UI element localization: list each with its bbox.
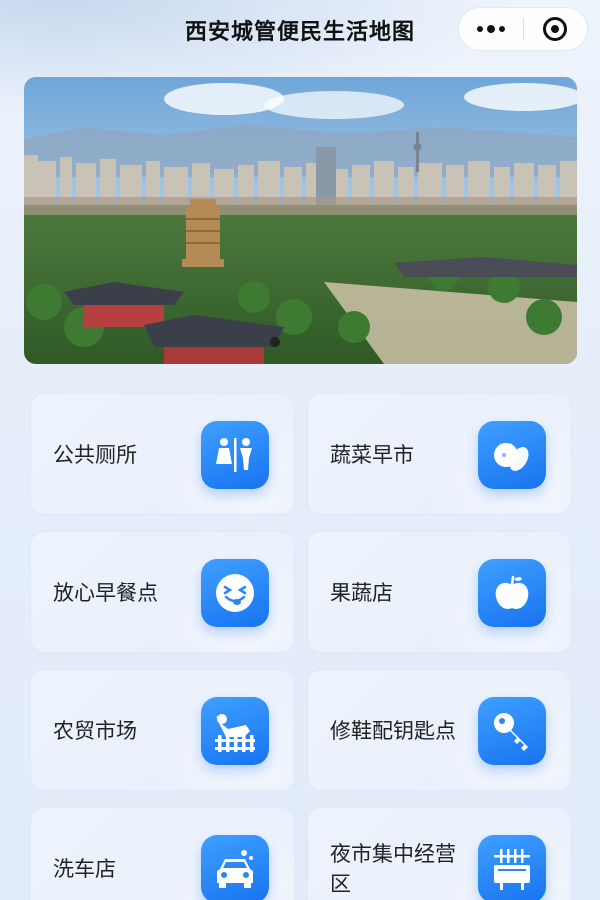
vegetables-icon [478, 421, 546, 489]
service-card-car-wash[interactable]: 洗车店 [30, 807, 295, 900]
miniprogram-capsule [458, 7, 588, 51]
target-icon [543, 17, 568, 41]
service-card-public-toilet[interactable]: 公共厕所 [30, 393, 295, 515]
more-options-button[interactable] [459, 7, 523, 51]
more-dot-icon [476, 26, 483, 32]
key-icon [478, 697, 546, 765]
bbq-stall-icon [478, 835, 546, 900]
service-grid: 公共厕所 蔬菜早市 放心早餐点 果蔬店 农贸市场 修鞋配钥匙点 洗车店 夜市集中… [30, 393, 572, 900]
city-skyline-image [24, 77, 577, 364]
more-dot-icon [498, 26, 505, 32]
toilet-icon [201, 421, 269, 489]
service-label: 洗车店 [53, 857, 116, 881]
banner-carousel[interactable] [24, 77, 577, 364]
service-card-farmers-market[interactable]: 农贸市场 [30, 669, 295, 791]
car-wash-icon [201, 835, 269, 900]
service-label: 公共厕所 [53, 443, 137, 467]
carousel-indicator[interactable] [270, 337, 280, 347]
header: 西安城管便民生活地图 [0, 0, 600, 56]
service-card-fruit-vegetable-shop[interactable]: 果蔬店 [307, 531, 572, 653]
service-card-shoe-repair-key-cutting[interactable]: 修鞋配钥匙点 [307, 669, 572, 791]
service-label: 农贸市场 [53, 719, 137, 743]
service-card-night-market[interactable]: 夜市集中经营区 [307, 807, 572, 900]
service-card-vegetable-morning-market[interactable]: 蔬菜早市 [307, 393, 572, 515]
close-miniprogram-button[interactable] [524, 7, 588, 51]
more-dot-icon [486, 25, 495, 33]
service-label: 夜市集中经营区 [330, 842, 456, 896]
apple-icon [478, 559, 546, 627]
service-label: 修鞋配钥匙点 [330, 719, 456, 743]
smiley-face-icon [201, 559, 269, 627]
farm-chicken-icon [201, 697, 269, 765]
service-label: 蔬菜早市 [330, 443, 414, 467]
service-card-breakfast-spot[interactable]: 放心早餐点 [30, 531, 295, 653]
service-label: 果蔬店 [330, 581, 393, 605]
service-label: 放心早餐点 [53, 581, 158, 605]
